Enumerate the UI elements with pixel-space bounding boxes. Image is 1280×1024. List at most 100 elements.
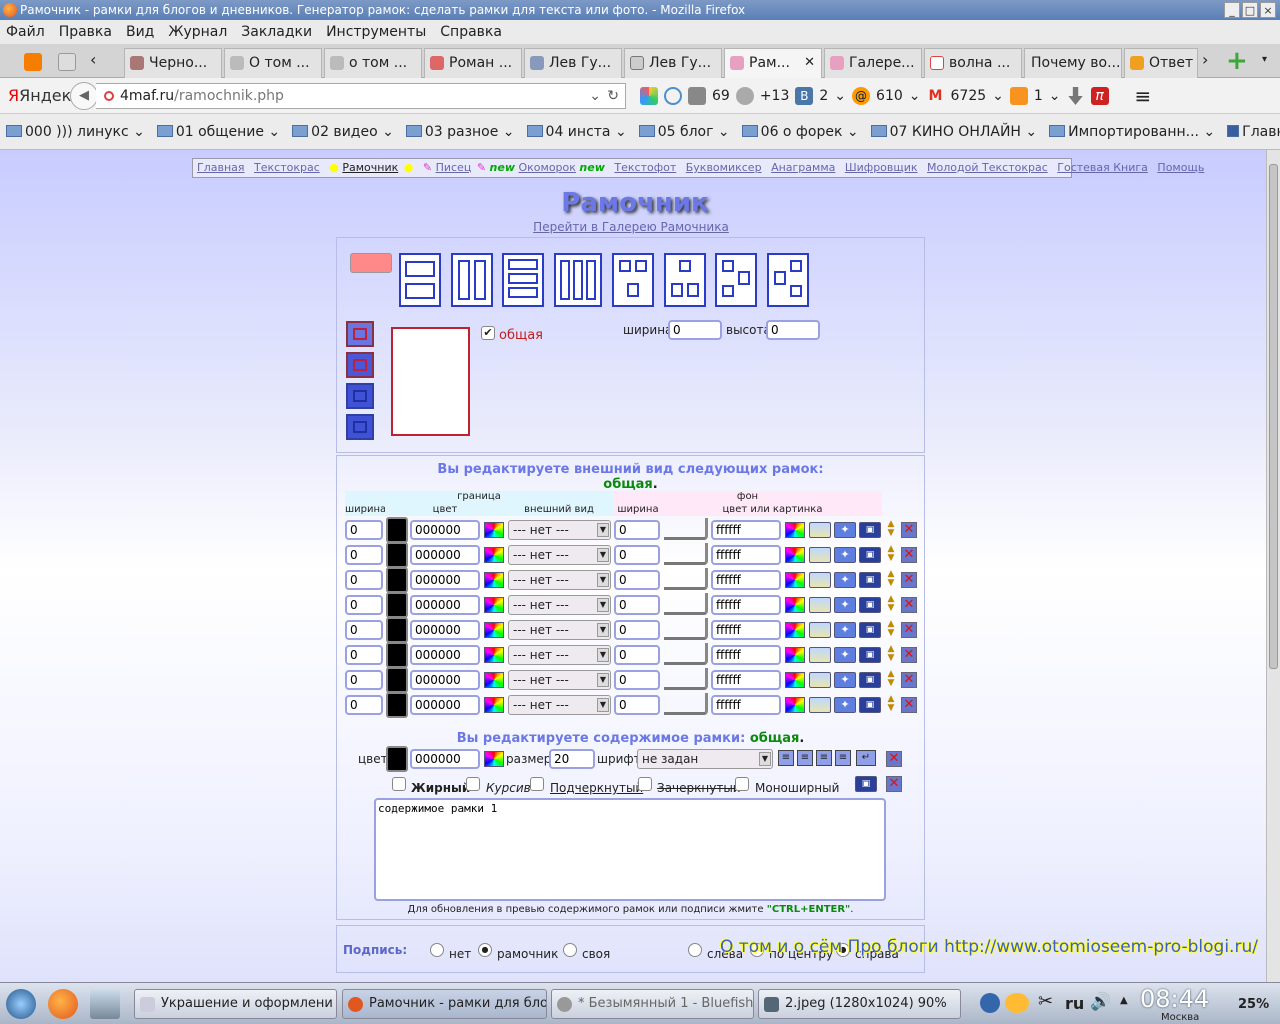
- site-nav-young-tekstokras[interactable]: Молодой Текстокрас: [927, 161, 1048, 174]
- border-color-swatch[interactable]: [386, 667, 408, 693]
- close-tab-icon[interactable]: ✕: [804, 49, 815, 77]
- delete-row-icon[interactable]: ✕: [901, 522, 917, 538]
- border-width-input[interactable]: [345, 595, 383, 615]
- bg-screen-icon[interactable]: ▣: [859, 622, 881, 638]
- tab-7[interactable]: Галере...: [824, 48, 922, 78]
- bg-screen-icon[interactable]: ▣: [859, 547, 881, 563]
- volume-icon[interactable]: 🔊: [1090, 992, 1111, 1012]
- bg-width-input[interactable]: [614, 620, 660, 640]
- move-up-down-icon[interactable]: ▲ ▼: [885, 520, 897, 540]
- blogger-icon[interactable]: [24, 53, 42, 71]
- bg-color-input[interactable]: [711, 645, 781, 665]
- taskbar-item-1[interactable]: Рамочник - рамки для бло: [342, 989, 547, 1019]
- bg-preview-button[interactable]: [664, 518, 708, 540]
- frame-style-1[interactable]: [346, 321, 374, 347]
- border-palette-icon[interactable]: [484, 547, 504, 563]
- menu-tools[interactable]: Инструменты: [326, 24, 426, 40]
- delete-row-icon[interactable]: ✕: [901, 672, 917, 688]
- apps-grid-icon[interactable]: [640, 87, 658, 105]
- bookmark-folder-7[interactable]: 07 КИНО ОНЛАЙН ⌄: [870, 124, 1037, 140]
- delete-row-icon[interactable]: ✕: [901, 597, 917, 613]
- tab-10[interactable]: Ответ: [1124, 48, 1198, 78]
- move-up-down-icon[interactable]: ▲ ▼: [885, 595, 897, 615]
- tab-6[interactable]: Рам... ✕: [724, 48, 822, 79]
- italic-checkbox[interactable]: [466, 777, 480, 791]
- yandex-disk-icon[interactable]: [664, 87, 682, 105]
- taskbar-item-2[interactable]: * Безымянный 1 - Bluefish: [551, 989, 754, 1019]
- bookmark-folder-4[interactable]: 04 инста ⌄: [526, 124, 627, 140]
- border-style-select[interactable]: --- нет --- ▼: [508, 645, 611, 665]
- bg-screen-icon[interactable]: ▣: [859, 647, 881, 663]
- mailru-icon[interactable]: @: [852, 87, 871, 105]
- general-checkbox[interactable]: ✔: [481, 326, 495, 340]
- weather-icon[interactable]: [735, 87, 754, 105]
- width-input[interactable]: [668, 320, 722, 340]
- menu-view[interactable]: Вид: [126, 24, 154, 40]
- border-width-input[interactable]: [345, 645, 383, 665]
- bg-palette-icon[interactable]: [785, 522, 805, 538]
- site-nav-guestbook[interactable]: Гостевая Книга: [1057, 161, 1148, 174]
- url-bar[interactable]: 4maf.ru/ramochnik.php ⌄ ↻: [96, 83, 626, 109]
- border-palette-icon[interactable]: [484, 522, 504, 538]
- border-palette-icon[interactable]: [484, 672, 504, 688]
- content-palette-icon[interactable]: [484, 751, 504, 767]
- content-color-swatch[interactable]: [386, 746, 408, 772]
- tab-9[interactable]: Почему во...: [1024, 48, 1122, 78]
- border-color-input[interactable]: [410, 620, 480, 640]
- move-up-down-icon[interactable]: ▲ ▼: [885, 695, 897, 715]
- layout-grid-d[interactable]: [767, 253, 809, 307]
- site-nav-anagramma[interactable]: Анаграмма: [771, 161, 835, 174]
- new-tab-icon[interactable]: +: [1226, 46, 1248, 76]
- mailru-dropdown-icon[interactable]: ⌄: [909, 88, 921, 104]
- menu-file[interactable]: Файл: [6, 24, 45, 40]
- bg-image-icon[interactable]: [809, 572, 831, 588]
- bg-screen-icon[interactable]: ▣: [859, 672, 881, 688]
- close-window-button[interactable]: ×: [1260, 2, 1276, 18]
- site-nav-pisets[interactable]: Писец: [436, 161, 472, 174]
- bg-star-icon[interactable]: ✦: [834, 672, 856, 688]
- layout-grid-b[interactable]: [664, 253, 706, 307]
- bookmark-folder-2[interactable]: 02 видео ⌄: [292, 124, 394, 140]
- bg-preview-button[interactable]: [664, 693, 708, 715]
- signature-none-radio[interactable]: [430, 943, 444, 957]
- delete-row-icon[interactable]: ✕: [901, 547, 917, 563]
- bg-image-icon[interactable]: [809, 522, 831, 538]
- border-width-input[interactable]: [345, 695, 383, 715]
- delete-row-icon[interactable]: ✕: [901, 572, 917, 588]
- menu-history[interactable]: Журнал: [168, 24, 227, 40]
- gallery-link[interactable]: Перейти в Галерею Рамочника: [500, 220, 762, 234]
- signature-ramochnik-radio[interactable]: ●: [478, 943, 492, 957]
- tab-list-icon[interactable]: ▾: [1262, 54, 1267, 65]
- bg-color-input[interactable]: [711, 695, 781, 715]
- bg-palette-icon[interactable]: [785, 547, 805, 563]
- site-nav-help[interactable]: Помощь: [1157, 161, 1204, 174]
- pinned-tab-icon[interactable]: [58, 53, 76, 71]
- content-image-icon[interactable]: ▣: [855, 776, 877, 792]
- taskbar-item-3[interactable]: 2.jpeg (1280x1024) 90%: [758, 989, 961, 1019]
- tab-scroll-left[interactable]: ‹: [90, 50, 96, 69]
- download-icon[interactable]: [1068, 87, 1083, 105]
- border-palette-icon[interactable]: [484, 597, 504, 613]
- frame-style-3[interactable]: [346, 383, 374, 409]
- tab-0[interactable]: Черно...: [124, 48, 222, 78]
- clock[interactable]: 08:44: [1140, 985, 1209, 1013]
- bg-color-input[interactable]: [711, 520, 781, 540]
- delete-row-icon[interactable]: ✕: [901, 647, 917, 663]
- bg-preview-button[interactable]: [664, 618, 708, 640]
- border-style-select[interactable]: --- нет --- ▼: [508, 545, 611, 565]
- bg-image-icon[interactable]: [809, 597, 831, 613]
- move-up-down-icon[interactable]: ▲ ▼: [885, 545, 897, 565]
- border-style-select[interactable]: --- нет --- ▼: [508, 520, 611, 540]
- border-style-select[interactable]: --- нет --- ▼: [508, 570, 611, 590]
- tab-5[interactable]: Лев Гу...: [624, 48, 722, 78]
- size-input[interactable]: [549, 749, 595, 769]
- bg-width-input[interactable]: [614, 695, 660, 715]
- bg-image-icon[interactable]: [809, 547, 831, 563]
- site-nav-tekstokras[interactable]: Текстокрас: [254, 161, 320, 174]
- tab-scroll-right[interactable]: ›: [1202, 50, 1208, 69]
- tab-2[interactable]: о том ...: [324, 48, 422, 78]
- site-nav-tekstofot[interactable]: Текстофот: [614, 161, 676, 174]
- bg-width-input[interactable]: [614, 545, 660, 565]
- weather-tray-icon[interactable]: [1005, 993, 1029, 1013]
- delete-row-icon[interactable]: ✕: [901, 697, 917, 713]
